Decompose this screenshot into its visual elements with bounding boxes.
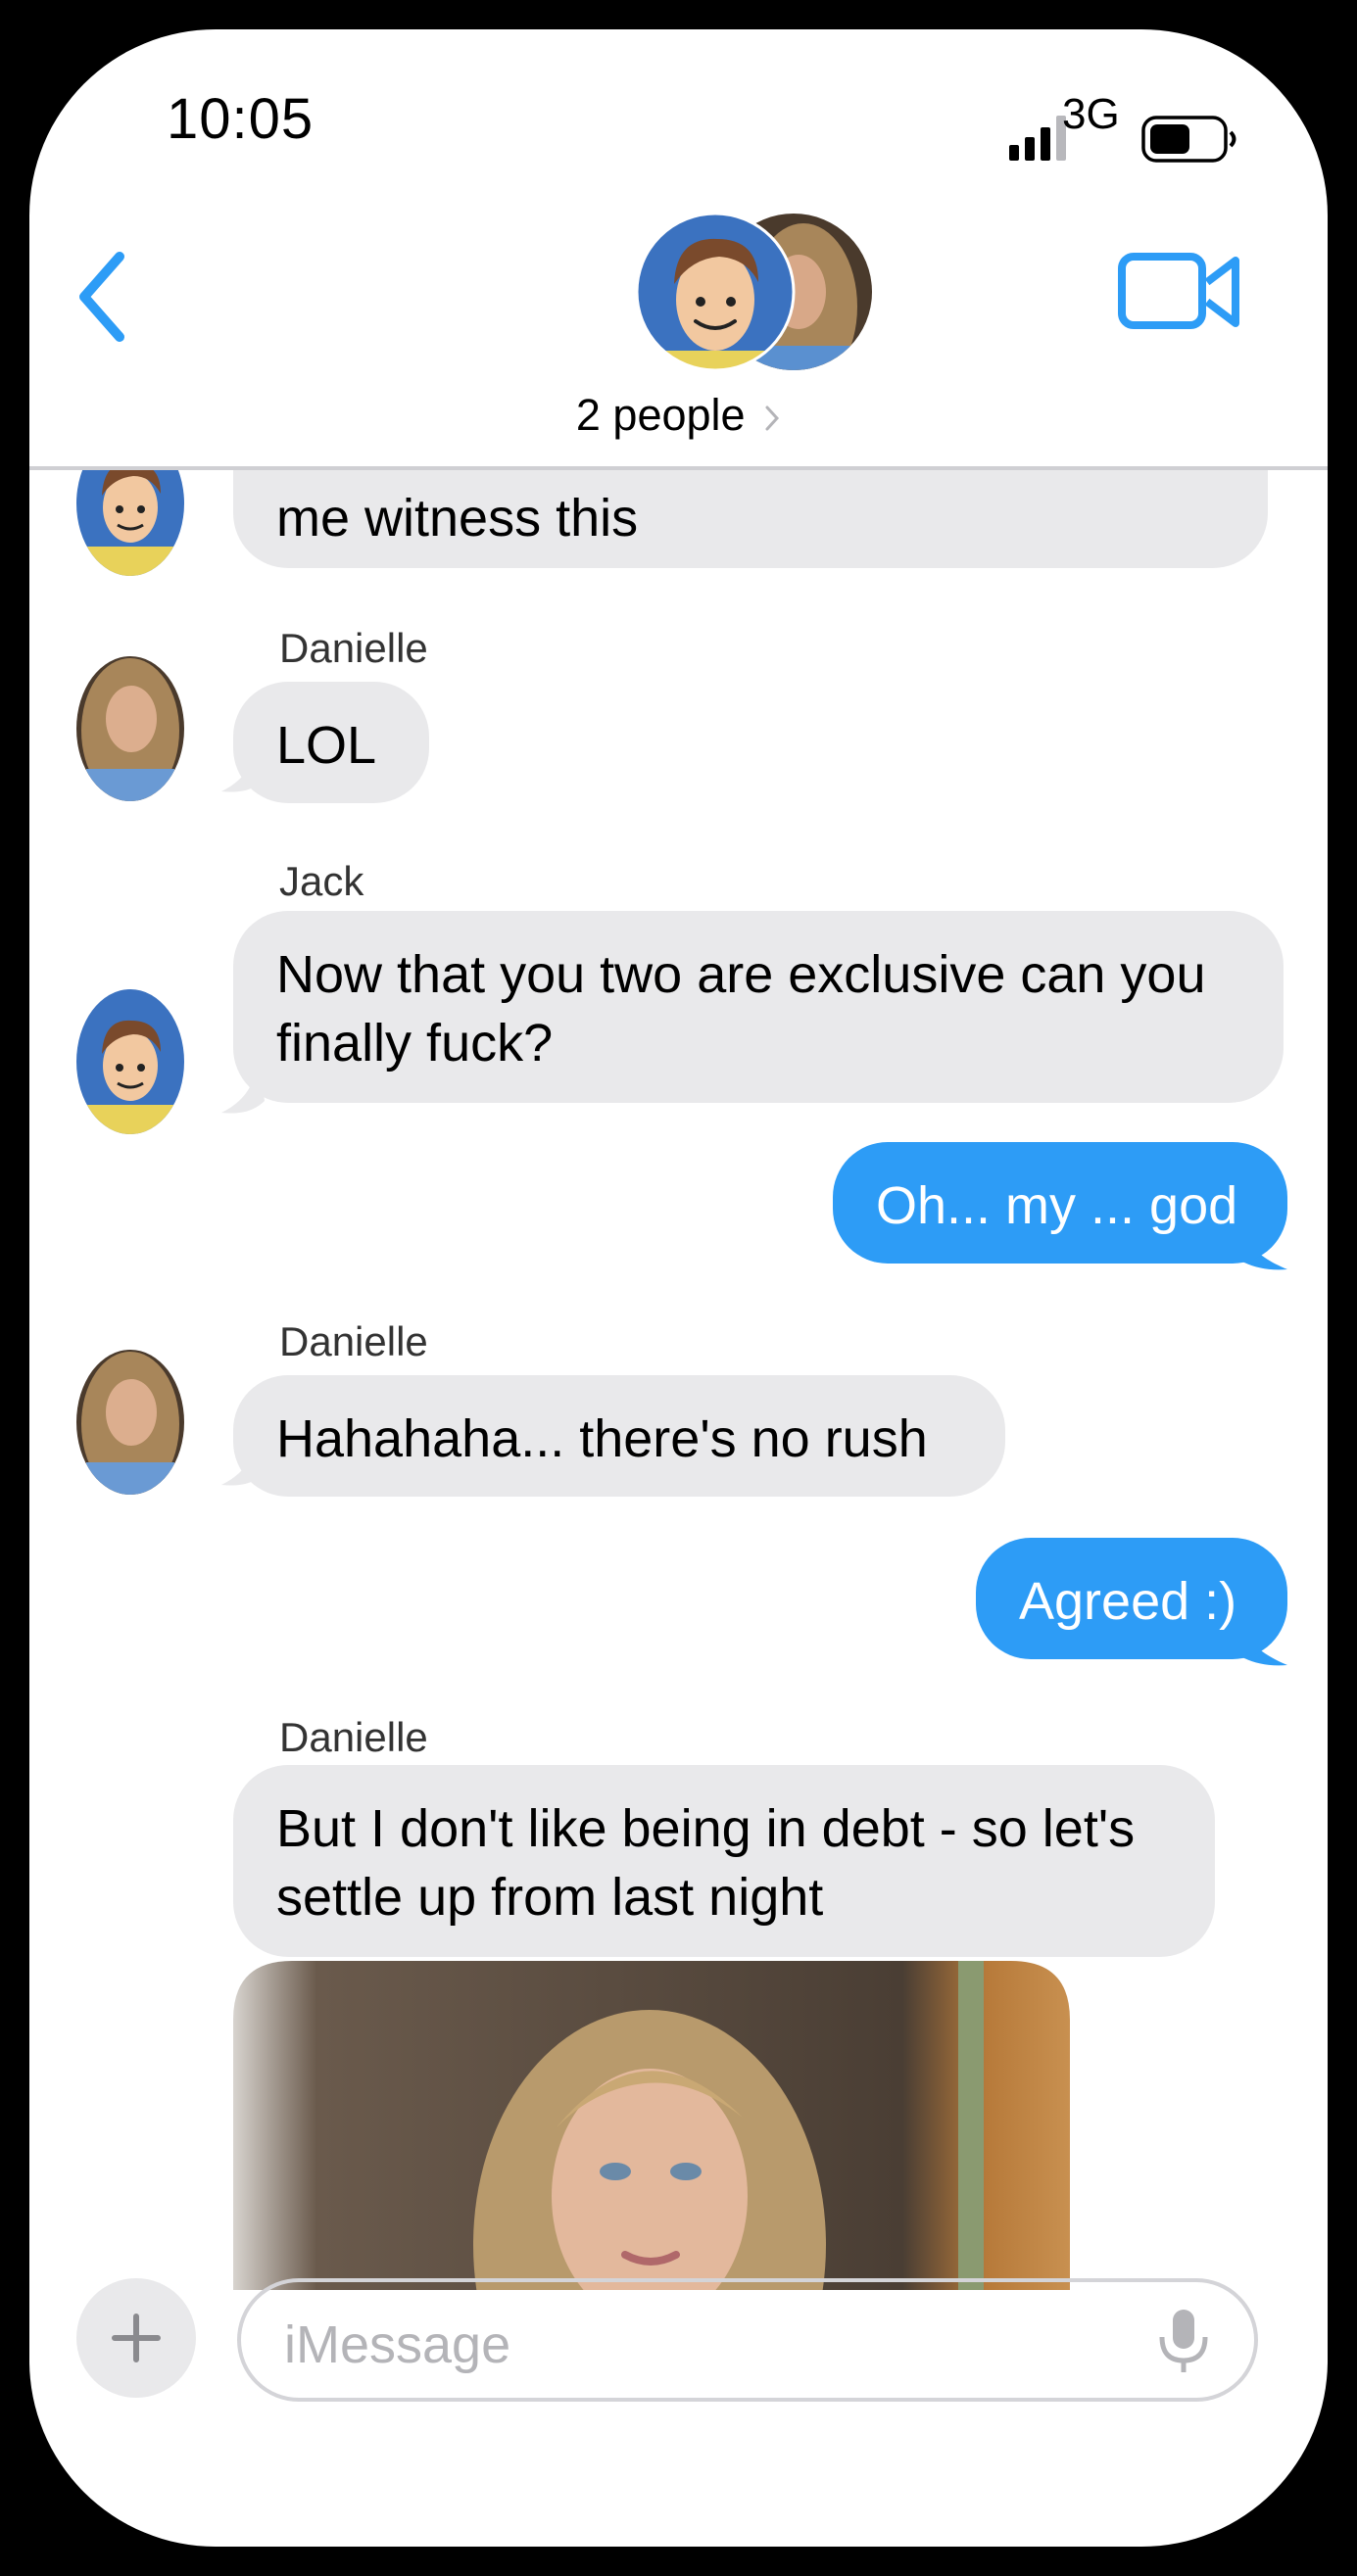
message-text: Oh... my ... god	[876, 1176, 1238, 1235]
sender-name: Danielle	[279, 1714, 428, 1760]
message-text-line: Now that you two are exclusive can you	[276, 945, 1206, 1004]
message-text: LOL	[276, 716, 377, 775]
photo-attachment[interactable]	[233, 1961, 1070, 2290]
conversation-title[interactable]: 2 people	[29, 390, 1328, 441]
sender-name: Danielle	[279, 625, 428, 671]
group-avatar[interactable]	[637, 214, 882, 378]
status-time: 10:05	[167, 87, 315, 151]
battery-icon	[1141, 116, 1236, 163]
danielle-avatar	[76, 656, 184, 801]
message-bubble-sent[interactable]: Oh... my ... god	[833, 1142, 1287, 1264]
microphone-icon[interactable]	[1154, 2308, 1213, 2378]
message-input[interactable]: iMessage	[237, 2278, 1258, 2402]
message-input-placeholder: iMessage	[284, 2315, 511, 2374]
jack-avatar	[76, 989, 184, 1134]
message-text: me witness this	[276, 489, 639, 548]
message-text-line: finally fuck?	[276, 1014, 554, 1073]
video-call-button[interactable]	[1117, 249, 1242, 337]
danielle-avatar	[76, 1350, 184, 1495]
sender-name: Jack	[279, 858, 364, 904]
network-label: 3G	[1062, 90, 1120, 138]
message-bubble-received[interactable]: me witness this	[233, 470, 1268, 568]
message-bubble-received[interactable]: Hahahaha... there's no rush	[233, 1375, 1005, 1497]
plus-icon	[112, 2314, 161, 2362]
message-bubble-received[interactable]: Now that you two are exclusive can you f…	[233, 911, 1284, 1103]
add-attachment-button[interactable]	[76, 2278, 196, 2398]
jack-avatar	[76, 470, 184, 576]
message-bubble-received[interactable]: LOL	[233, 682, 429, 803]
sender-name: Danielle	[279, 1318, 428, 1364]
phone-screen: 10:05 3G 2 people me witness this Daniel…	[29, 29, 1328, 2547]
message-text-line: settle up from last night	[276, 1868, 824, 1927]
back-button[interactable]	[69, 243, 137, 351]
chat-transcript[interactable]: me witness this Danielle LOL Jack Now th…	[29, 470, 1328, 2290]
message-text: Agreed :)	[1019, 1572, 1237, 1631]
message-text-line: But I don't like being in debt - so let'…	[276, 1799, 1136, 1858]
message-bubble-sent[interactable]: Agreed :)	[976, 1538, 1287, 1659]
message-text: Hahahaha... there's no rush	[276, 1409, 928, 1468]
chevron-right-icon	[765, 405, 780, 431]
message-bubble-received[interactable]: But I don't like being in debt - so let'…	[233, 1765, 1215, 1957]
conversation-title-text: 2 people	[575, 390, 746, 440]
